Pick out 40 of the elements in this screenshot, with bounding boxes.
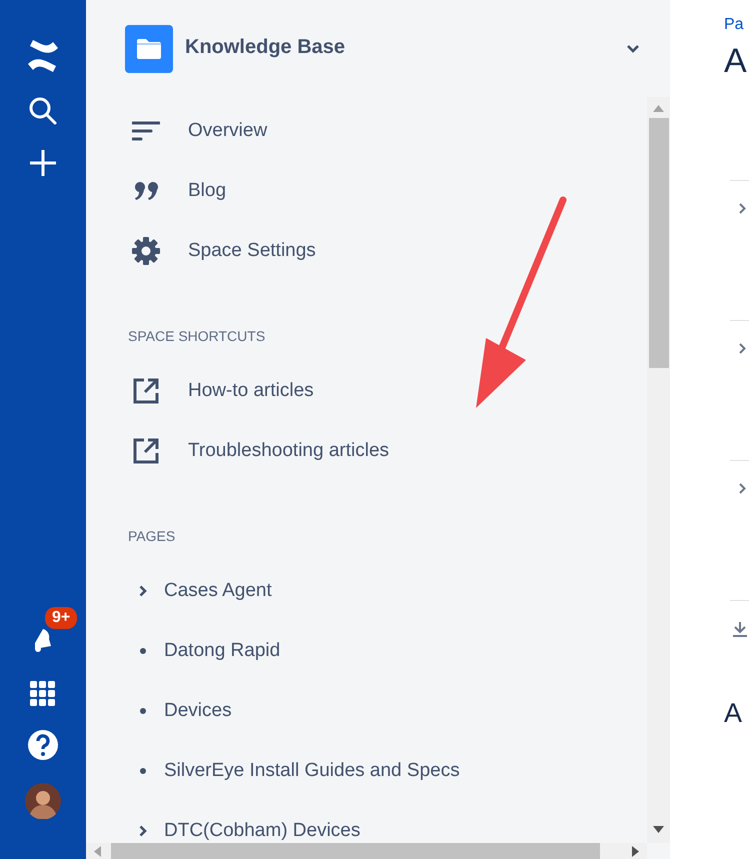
section-title: A [724, 698, 744, 729]
chevron-down-icon[interactable] [626, 44, 640, 53]
vertical-scrollbar[interactable] [647, 97, 670, 843]
page-tree-item[interactable]: Datong Rapid [164, 640, 280, 662]
quote-icon [133, 181, 159, 201]
nav-item[interactable]: Overview [188, 120, 268, 142]
chevron-right-icon[interactable] [139, 585, 147, 597]
breadcrumb-link[interactable]: Pa [724, 16, 749, 34]
app-logo-icon[interactable] [25, 38, 61, 74]
horizontal-scrollbar[interactable] [86, 843, 647, 859]
section-heading: PAGES [127, 527, 176, 546]
chevron-right-icon[interactable] [739, 343, 746, 354]
chevron-right-icon[interactable] [739, 483, 746, 494]
create-icon[interactable] [28, 148, 58, 178]
overview-lines-icon [132, 121, 160, 141]
notification-badge: 9+ [45, 607, 78, 629]
search-icon[interactable] [28, 96, 58, 126]
shortcut-link[interactable]: How-to articles [188, 380, 314, 402]
app-switcher-icon[interactable] [30, 681, 56, 707]
external-link-icon [132, 437, 160, 465]
help-icon[interactable] [27, 729, 59, 761]
page-title: A [724, 41, 748, 82]
space-name[interactable]: Knowledge Base [185, 36, 614, 59]
nav-item[interactable]: Space Settings [188, 240, 316, 262]
page-tree-item[interactable]: Cases Agent [164, 580, 272, 602]
nav-item[interactable]: Blog [188, 180, 226, 202]
download-icon[interactable] [732, 621, 748, 637]
page-tree-item[interactable]: Devices [164, 700, 232, 722]
section-heading: SPACE SHORTCUTS [127, 327, 266, 346]
scroll-down-icon[interactable] [653, 826, 664, 833]
shortcut-link[interactable]: Troubleshooting articles [188, 440, 390, 462]
scroll-right-icon[interactable] [632, 846, 639, 856]
settings-icon [132, 237, 160, 265]
page-tree-item[interactable]: SilverEye Install Guides and Specs [164, 760, 460, 782]
space-folder-icon [125, 24, 173, 72]
chevron-right-icon[interactable] [739, 203, 746, 214]
page-tree-item[interactable]: DTC(Cobham) Devices [164, 820, 360, 842]
user-avatar[interactable] [25, 783, 61, 819]
external-link-icon [132, 377, 160, 405]
chevron-right-icon[interactable] [139, 825, 147, 837]
